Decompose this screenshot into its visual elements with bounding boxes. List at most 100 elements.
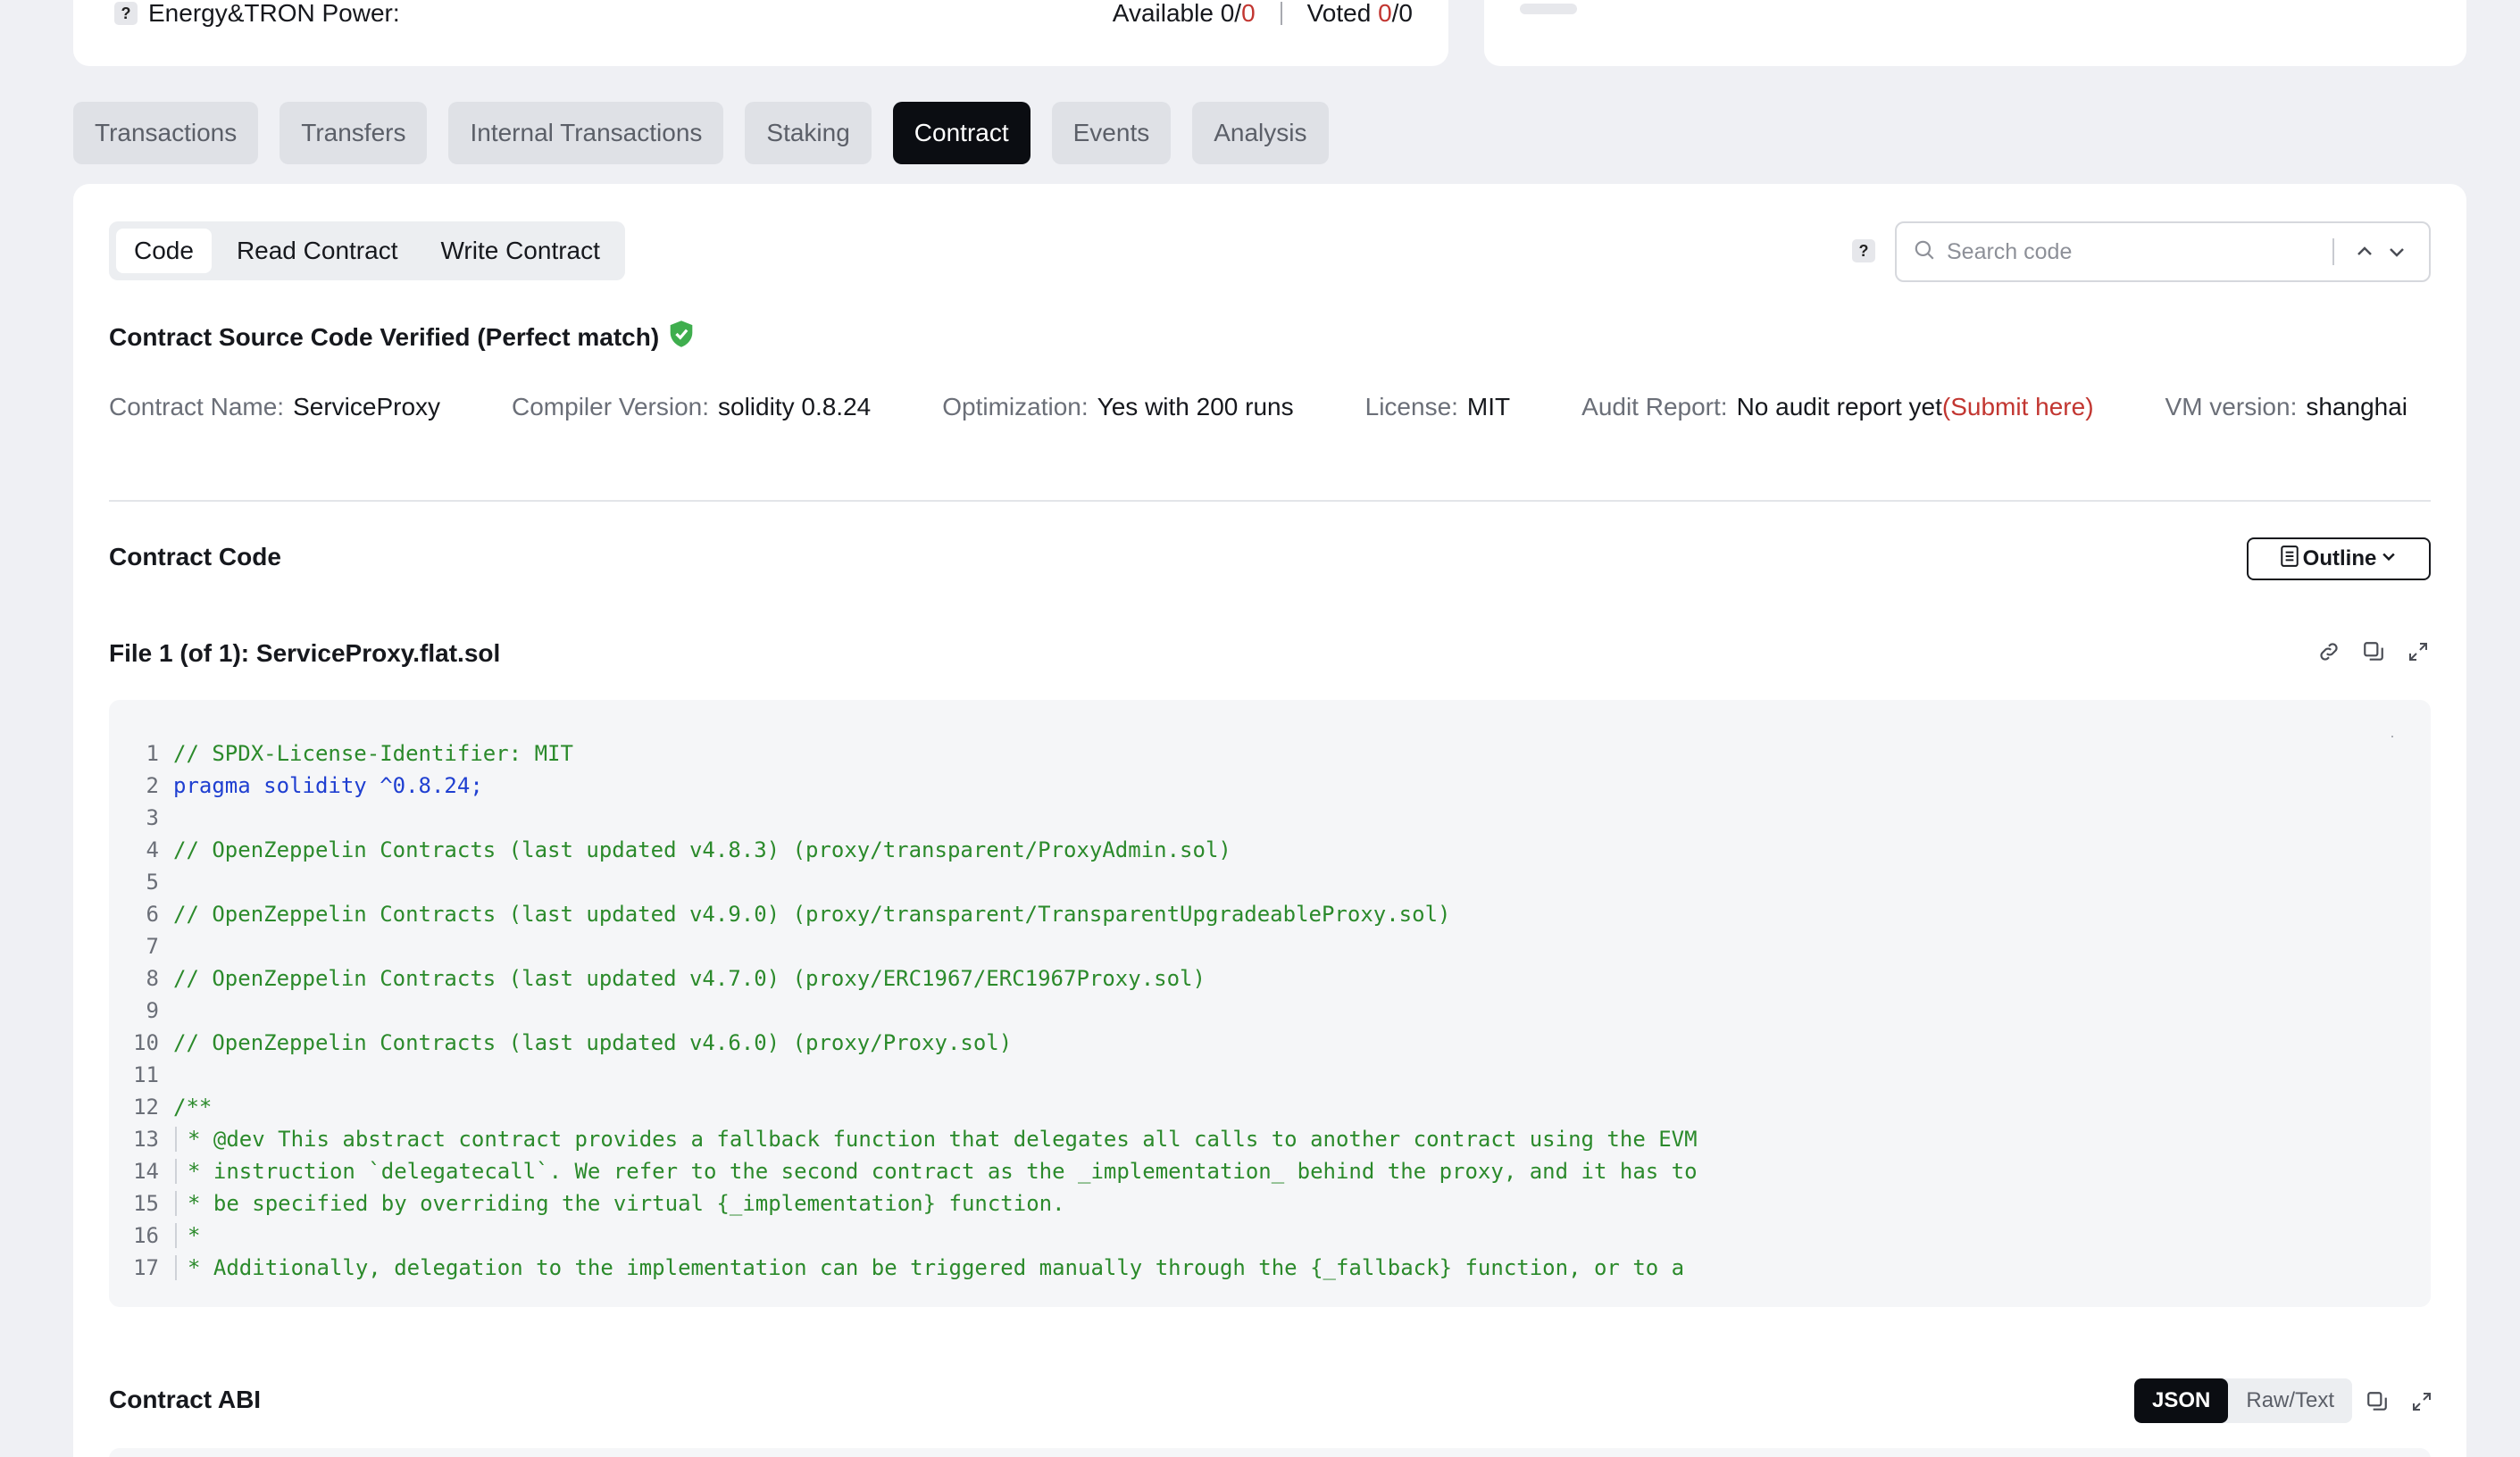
optimization-value: Yes with 200 runs: [1097, 393, 1294, 420]
code-line: 9: [109, 995, 2431, 1027]
contract-abi-title: Contract ABI: [109, 1386, 262, 1413]
line-number: 15: [133, 1191, 159, 1216]
code-viewer[interactable]: · 1// SPDX-License-Identifier: MIT 2 prag…: [109, 700, 2431, 1307]
code-text: * Additionally, delegation to the implem…: [175, 1255, 1684, 1280]
outline-button[interactable]: Outline: [2247, 537, 2431, 580]
chevron-up-icon[interactable]: [2349, 236, 2381, 268]
code-text: // OpenZeppelin Contracts (last updated …: [173, 1030, 1013, 1055]
vm-label: VM version:: [2165, 393, 2298, 420]
energy-stats: Available 0/0 Voted 0/0: [1113, 0, 1413, 27]
loading-placeholder: [1520, 4, 1577, 14]
search-divider: [2332, 238, 2334, 265]
code-text: *: [175, 1223, 200, 1248]
code-text: pragma solidity ^0.8.24;: [173, 773, 483, 798]
abi-viewer[interactable]: [109, 1448, 2431, 1457]
code-line: 11: [109, 1059, 2431, 1091]
voted-total: /0: [1391, 0, 1413, 27]
code-text: // OpenZeppelin Contracts (last updated …: [173, 966, 1206, 991]
abi-format-toggle: JSON Raw/Text: [2134, 1378, 2353, 1423]
voted-value: 0: [1378, 0, 1392, 27]
verified-title: Contract Source Code Verified (Perfect m…: [109, 322, 660, 351]
side-card: [1484, 0, 2466, 66]
code-line: 8 // OpenZeppelin Contracts (last updated…: [109, 962, 2431, 995]
fullscreen-icon[interactable]: [2406, 639, 2431, 664]
subtab-write-contract[interactable]: Write Contract: [422, 229, 617, 273]
chevron-down-icon: [2380, 546, 2398, 571]
subtab-code[interactable]: Code: [116, 229, 212, 273]
line-number: 6: [146, 902, 159, 927]
copy-icon[interactable]: [2361, 639, 2386, 664]
file-actions: [2316, 639, 2431, 664]
energy-row: ? Energy&TRON Power:: [114, 0, 400, 27]
vm-item: VM version: shanghai: [2165, 393, 2407, 421]
code-line: 5: [109, 866, 2431, 898]
search-help-icon[interactable]: ?: [1852, 239, 1875, 262]
code-text: * be specified by overriding the virtual…: [175, 1191, 1065, 1216]
subtab-read-contract[interactable]: Read Contract: [219, 229, 416, 273]
line-number: 12: [133, 1095, 159, 1120]
code-text: // OpenZeppelin Contracts (last updated …: [173, 902, 1451, 927]
line-number: 3: [146, 805, 159, 830]
code-line: 1 // SPDX-License-Identifier: MIT: [109, 737, 2431, 770]
divider: [1280, 2, 1282, 25]
contract-name-item: Contract Name: ServiceProxy: [109, 393, 440, 421]
search-box: [1895, 221, 2431, 282]
list-icon: [2280, 545, 2299, 573]
code-line: 17 * Additionally, delegation to the impl…: [109, 1252, 2431, 1284]
line-number: 16: [133, 1223, 159, 1248]
optimization-item: Optimization: Yes with 200 runs: [942, 393, 1293, 421]
contract-name-value: ServiceProxy: [293, 393, 441, 420]
available-value: 0: [1241, 0, 1256, 27]
available-label: Available 0/: [1112, 0, 1242, 27]
code-text: * instruction `delegatecall`. We refer t…: [175, 1159, 1698, 1184]
file-title: File 1 (of 1): ServiceProxy.flat.sol: [109, 639, 501, 667]
line-number: 13: [133, 1127, 159, 1152]
license-value: MIT: [1466, 393, 1511, 420]
line-number: 5: [146, 870, 159, 895]
abi-raw-option[interactable]: Raw/Text: [2228, 1378, 2352, 1423]
audit-item: Audit Report: No audit report yet (Submit…: [1581, 393, 2093, 421]
tab-analysis[interactable]: Analysis: [1192, 102, 1329, 164]
line-number: 1: [146, 741, 159, 766]
submit-audit-link[interactable]: (Submit here): [1942, 393, 2094, 421]
line-number: 14: [133, 1159, 159, 1184]
line-number: 11: [133, 1062, 159, 1087]
tab-events[interactable]: Events: [1051, 102, 1172, 164]
help-icon[interactable]: ?: [114, 2, 138, 25]
tab-staking[interactable]: Staking: [745, 102, 872, 164]
tab-transfers[interactable]: Transfers: [280, 102, 428, 164]
search-icon: [1913, 238, 1936, 266]
line-number: 7: [146, 934, 159, 959]
audit-label: Audit Report:: [1581, 393, 1728, 420]
abi-json-option[interactable]: JSON: [2134, 1378, 2229, 1423]
fullscreen-icon[interactable]: [2409, 1389, 2434, 1414]
tab-internal-transactions[interactable]: Internal Transactions: [448, 102, 724, 164]
code-line: 2 pragma solidity ^0.8.24;: [109, 770, 2431, 802]
search-input[interactable]: [1947, 238, 2318, 265]
code-text: * @dev This abstract contract provides a…: [175, 1127, 1698, 1152]
verified-shield-icon: [659, 320, 695, 354]
voted-label: Voted: [1306, 0, 1372, 27]
chevron-down-icon[interactable]: [2381, 236, 2413, 268]
license-item: License: MIT: [1365, 393, 1511, 421]
code-text: // OpenZeppelin Contracts (last updated …: [173, 837, 1231, 862]
link-icon[interactable]: [2316, 639, 2341, 664]
contract-subtabs: Code Read Contract Write Contract: [109, 221, 625, 280]
compiler-label: Compiler Version:: [512, 393, 709, 420]
tab-contract[interactable]: Contract: [892, 102, 1031, 164]
abi-actions: [2365, 1389, 2434, 1414]
code-line: 16 *: [109, 1220, 2431, 1252]
code-text: /**: [173, 1095, 213, 1120]
compiler-value: solidity 0.8.24: [718, 393, 872, 420]
code-text: // SPDX-License-Identifier: MIT: [173, 741, 573, 766]
code-line: 13 * @dev This abstract contract provides…: [109, 1123, 2431, 1155]
copy-icon[interactable]: [2365, 1389, 2390, 1414]
tab-transactions[interactable]: Transactions: [73, 102, 259, 164]
line-number: 9: [146, 998, 159, 1023]
verified-heading: Contract Source Code Verified (Perfect m…: [109, 320, 695, 354]
code-line: 7: [109, 930, 2431, 962]
audit-value: No audit report yet: [1736, 393, 1942, 420]
vm-value: shanghai: [2306, 393, 2408, 420]
line-number: 17: [133, 1255, 159, 1280]
energy-label: Energy&TRON Power:: [148, 0, 400, 27]
